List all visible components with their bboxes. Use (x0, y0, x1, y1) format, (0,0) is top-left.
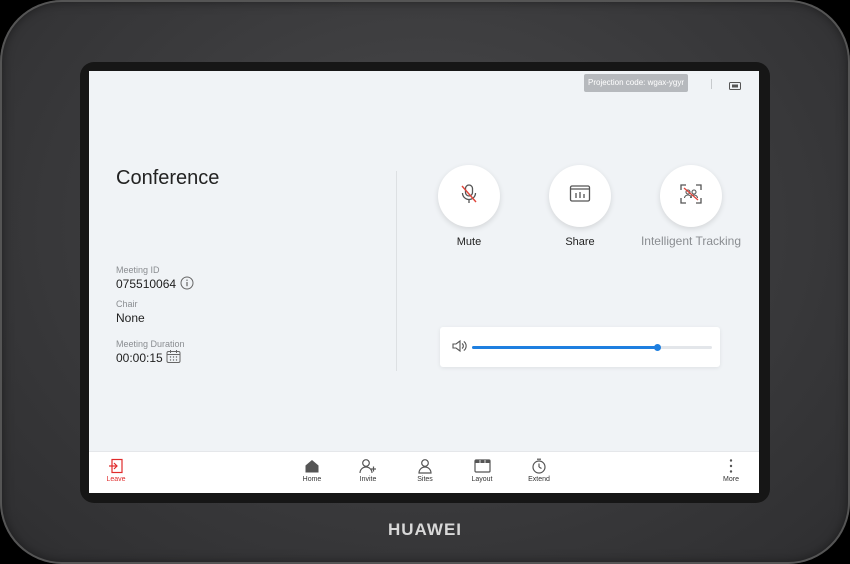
meeting-id-label: Meeting ID (116, 265, 160, 275)
tracking-icon (679, 183, 703, 210)
calendar-icon[interactable] (166, 349, 181, 369)
screen-cast-icon[interactable] (729, 78, 741, 96)
info-icon[interactable] (180, 276, 194, 295)
share-screen-icon (569, 184, 591, 209)
layout-tab[interactable]: Layout (457, 458, 507, 483)
more-tab[interactable]: More (706, 458, 756, 483)
sites-icon (418, 459, 432, 474)
leave-icon (109, 458, 123, 474)
sites-tab[interactable]: Sites (400, 458, 450, 483)
leave-button[interactable]: Leave (91, 458, 141, 483)
screen: Projection code: wgax-ygyr Conference Me… (89, 71, 759, 493)
mute-label: Mute (456, 236, 482, 248)
top-bar: Projection code: wgax-ygyr (89, 71, 759, 97)
bottom-nav: Leave Home Invite Sites Layout Extend Mo… (89, 451, 759, 493)
home-label: Home (302, 476, 322, 483)
intelligent-tracking-button[interactable] (660, 165, 722, 227)
chair-label: Chair (116, 299, 138, 309)
volume-fill (472, 346, 657, 349)
intelligent-tracking-label: Intelligent Tracking (640, 234, 742, 248)
more-label: More (723, 476, 739, 483)
brand-logo: HUAWEI (388, 520, 462, 539)
page-title: Conference (116, 167, 220, 189)
speaker-icon[interactable] (452, 339, 467, 358)
chair-value: None (116, 311, 145, 325)
meeting-id-value: 075510064 (116, 277, 177, 291)
volume-slider[interactable] (472, 344, 712, 351)
extend-tab[interactable]: Extend (514, 458, 564, 483)
top-divider (711, 79, 712, 89)
invite-tab[interactable]: Invite (343, 458, 393, 483)
home-tab[interactable]: Home (287, 458, 337, 483)
microphone-off-icon (459, 183, 479, 210)
duration-value: 00:00:15 (116, 351, 163, 365)
invite-label: Invite (359, 476, 377, 483)
timer-icon (532, 458, 546, 474)
more-icon (729, 459, 733, 473)
invite-icon (359, 459, 376, 474)
panel-divider (396, 171, 397, 371)
leave-label: Leave (106, 476, 126, 483)
layout-label: Layout (471, 476, 493, 483)
share-button[interactable] (549, 165, 611, 227)
sites-label: Sites (417, 476, 433, 483)
share-label: Share (565, 236, 595, 248)
volume-handle[interactable] (653, 344, 661, 351)
layout-icon (473, 459, 491, 473)
volume-card (440, 327, 720, 367)
projection-code-badge: Projection code: wgax-ygyr (584, 74, 689, 92)
duration-label: Meeting Duration (116, 339, 185, 349)
extend-label: Extend (528, 476, 550, 483)
mute-button[interactable] (438, 165, 500, 227)
home-icon (305, 460, 319, 473)
